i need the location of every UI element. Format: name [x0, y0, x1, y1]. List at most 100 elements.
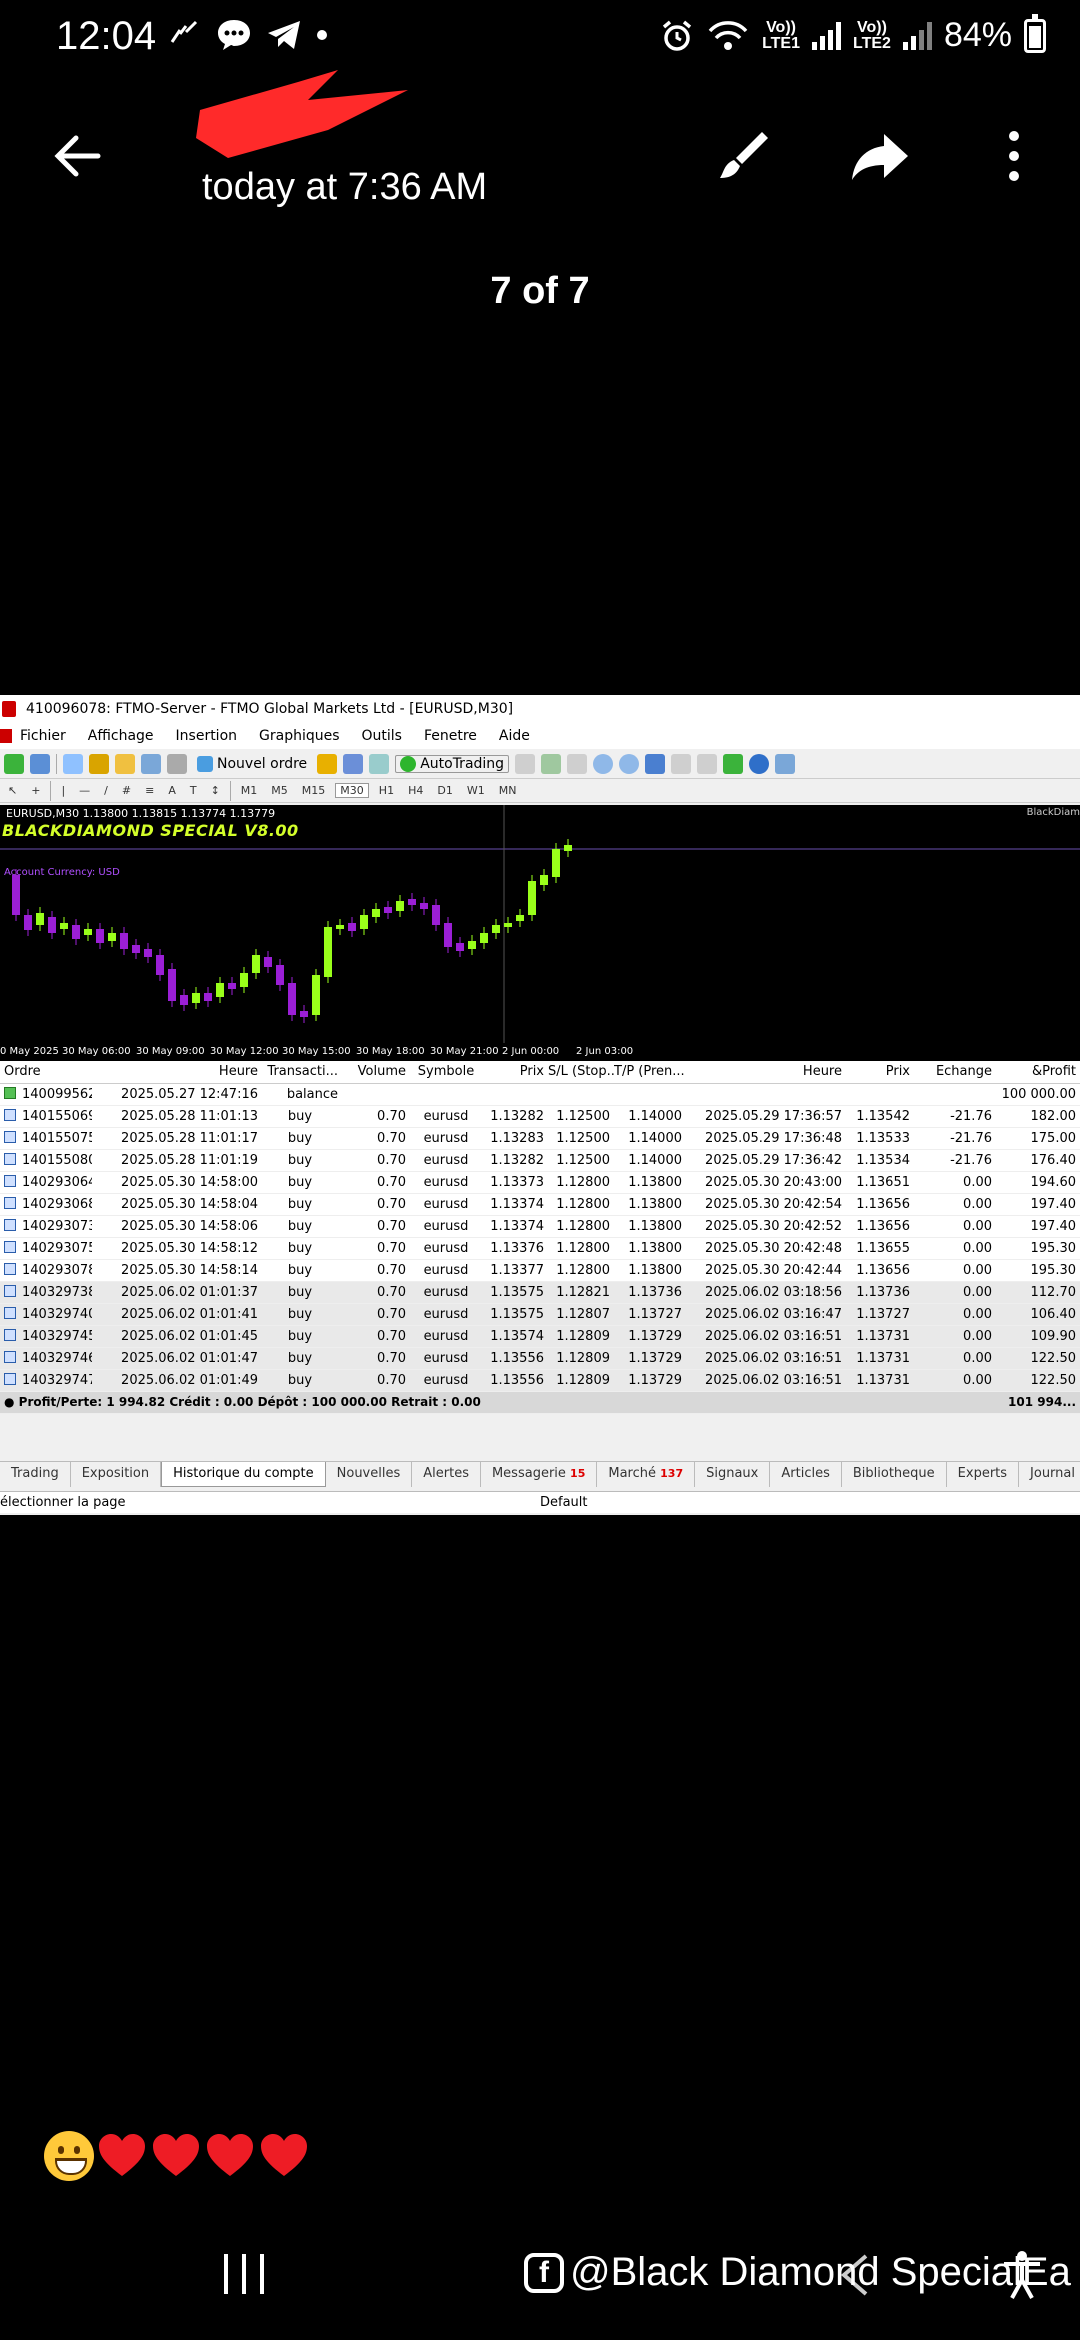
tab-journal[interactable]: Journal — [1019, 1462, 1080, 1487]
menu-affichage[interactable]: Affichage — [88, 728, 154, 744]
trade-row[interactable]: 140329746 2025.06.02 01:01:47 buy 0.70 eurus… — [0, 1347, 1080, 1370]
templates-icon[interactable] — [775, 753, 796, 774]
tf-w1[interactable]: W1 — [463, 784, 489, 797]
chart-shift-icon[interactable] — [671, 753, 692, 774]
col-prix-close[interactable]: Prix — [846, 1061, 914, 1084]
menu-fichier[interactable]: Fichier — [20, 728, 66, 744]
cell-sl: 1.12500 — [548, 1149, 614, 1172]
candlestick-icon[interactable] — [541, 753, 562, 774]
tf-m15[interactable]: M15 — [298, 784, 330, 797]
tab-messagerie[interactable]: Messagerie 15 — [481, 1462, 598, 1487]
new-chart-icon[interactable] — [4, 753, 24, 774]
col-volume[interactable]: Volume — [342, 1061, 410, 1084]
tab-signaux[interactable]: Signaux — [695, 1462, 771, 1487]
tf-m30[interactable]: M30 — [335, 783, 369, 798]
menu-fenetre[interactable]: Fenetre — [424, 728, 477, 744]
cell-open-price: 1.13374 — [486, 1193, 548, 1216]
tf-m1[interactable]: M1 — [237, 784, 262, 797]
menu-graphiques[interactable]: Graphiques — [259, 728, 340, 744]
profiles-icon[interactable] — [30, 753, 50, 774]
trade-row[interactable]: 140329747 2025.06.02 01:01:49 buy 0.70 eurus… — [0, 1369, 1080, 1392]
tab-historique-du-compte[interactable]: Historique du compte — [161, 1462, 326, 1487]
text-icon[interactable]: A — [164, 784, 180, 797]
col-sl[interactable]: S/L (Stop... — [548, 1061, 614, 1084]
menu-insertion[interactable]: Insertion — [176, 728, 237, 744]
col-prix-open[interactable]: Prix — [486, 1061, 548, 1084]
tab-bibliotheque[interactable]: Bibliotheque — [842, 1462, 947, 1487]
trade-row[interactable]: 140329738 2025.06.02 01:01:37 buy 0.70 eurus… — [0, 1281, 1080, 1304]
bar-chart-icon[interactable] — [515, 753, 536, 774]
market-watch-icon[interactable] — [63, 753, 83, 774]
crosshair-icon[interactable]: + — [27, 784, 44, 797]
reactions[interactable] — [44, 2130, 310, 2182]
fibo-icon[interactable]: ≡ — [141, 784, 158, 797]
tab-trading[interactable]: Trading — [0, 1462, 71, 1487]
trade-row[interactable]: 140155069 2025.05.28 11:01:13 buy 0.70 eurus… — [0, 1105, 1080, 1128]
mt4-screenshot[interactable]: 410096078: FTMO-Server - FTMO Global Mar… — [0, 695, 1080, 1515]
trade-row[interactable]: 140293075 2025.05.30 14:58:12 buy 0.70 eurus… — [0, 1237, 1080, 1260]
trade-row[interactable]: 140293073 2025.05.30 14:58:06 buy 0.70 eurus… — [0, 1215, 1080, 1238]
trade-row[interactable]: 140293068 2025.05.30 14:58:04 buy 0.70 eurus… — [0, 1193, 1080, 1216]
trade-row[interactable]: 140293064 2025.05.30 14:58:00 buy 0.70 eurus… — [0, 1171, 1080, 1194]
trendline-icon[interactable]: / — [100, 784, 112, 797]
trade-row[interactable]: 140155075 2025.05.28 11:01:17 buy 0.70 eurus… — [0, 1127, 1080, 1150]
text-label-icon[interactable]: T — [186, 784, 201, 797]
trade-row[interactable]: 140329740 2025.06.02 01:01:41 buy 0.70 eurus… — [0, 1303, 1080, 1326]
missed-call-icon — [170, 20, 198, 43]
tf-h4[interactable]: H4 — [404, 784, 427, 797]
metaeditor-icon[interactable] — [317, 753, 338, 774]
signals-icon[interactable] — [369, 753, 390, 774]
strategy-tester-icon[interactable] — [167, 753, 187, 774]
periods-icon[interactable] — [749, 753, 770, 774]
col-symbole[interactable]: Symbole — [410, 1061, 486, 1084]
zoom-in-icon[interactable] — [593, 753, 614, 774]
navigator-icon[interactable] — [115, 753, 135, 774]
channel-icon[interactable]: # — [118, 784, 135, 797]
horizontal-line-icon[interactable]: — — [75, 784, 94, 797]
tab-articles[interactable]: Articles — [770, 1462, 842, 1487]
col-heure-close[interactable]: Heure — [686, 1061, 846, 1084]
autotrading-button[interactable]: AutoTrading — [395, 754, 510, 773]
tab-experts[interactable]: Experts — [947, 1462, 1020, 1487]
trade-row[interactable]: 140155080 2025.05.28 11:01:19 buy 0.70 eurus… — [0, 1149, 1080, 1172]
col-heure-open[interactable]: Heure — [92, 1061, 262, 1084]
accessibility-icon[interactable] — [1002, 2250, 1042, 2300]
trade-row[interactable]: 140329745 2025.06.02 01:01:45 buy 0.70 eurus… — [0, 1325, 1080, 1348]
trade-row[interactable]: 140293078 2025.05.30 14:58:14 buy 0.70 eurus… — [0, 1259, 1080, 1282]
tile-windows-icon[interactable] — [645, 753, 666, 774]
tf-mn[interactable]: MN — [495, 784, 521, 797]
col-echange[interactable]: Echange — [914, 1061, 996, 1084]
back-arrow-icon[interactable] — [50, 128, 106, 184]
zoom-out-icon[interactable] — [619, 753, 640, 774]
autoscroll-icon[interactable] — [697, 753, 718, 774]
recent-apps-icon[interactable] — [220, 2254, 268, 2294]
more-options-icon[interactable] — [990, 124, 1038, 188]
tab-nouvelles[interactable]: Nouvelles — [326, 1462, 413, 1487]
nav-back-icon[interactable] — [836, 2252, 872, 2298]
tab-march-[interactable]: Marché 137 — [597, 1462, 696, 1487]
tf-m5[interactable]: M5 — [267, 784, 292, 797]
menu-aide[interactable]: Aide — [499, 728, 530, 744]
arrows-icon[interactable]: ↕ — [207, 784, 224, 797]
new-order-button[interactable]: Nouvel ordre — [193, 755, 311, 772]
terminal-icon[interactable] — [141, 753, 161, 774]
tf-d1[interactable]: D1 — [433, 784, 456, 797]
people-icon[interactable] — [343, 753, 364, 774]
forward-share-icon[interactable] — [848, 124, 912, 188]
balance-row[interactable]: 140099562 2025.05.27 12:47:16 balance 10… — [0, 1083, 1080, 1106]
tab-exposition[interactable]: Exposition — [71, 1462, 162, 1487]
price-chart[interactable]: EURUSD,M30 1.13800 1.13815 1.13774 1.137… — [0, 805, 1080, 1061]
vertical-line-icon[interactable]: | — [57, 784, 69, 797]
col-transaction[interactable]: Transacti... — [262, 1061, 342, 1084]
col-ordre[interactable]: Ordre — [0, 1061, 92, 1084]
draw-brush-icon[interactable] — [712, 124, 776, 188]
line-chart-icon[interactable] — [567, 753, 588, 774]
tab-alertes[interactable]: Alertes — [412, 1462, 481, 1487]
tf-h1[interactable]: H1 — [375, 784, 398, 797]
col-profit[interactable]: &Profit — [996, 1061, 1080, 1084]
cursor-icon[interactable]: ↖ — [4, 784, 21, 797]
indicators-icon[interactable] — [723, 753, 744, 774]
col-tp[interactable]: T/P (Pren... — [614, 1061, 686, 1084]
data-window-icon[interactable] — [89, 753, 109, 774]
menu-outils[interactable]: Outils — [362, 728, 402, 744]
